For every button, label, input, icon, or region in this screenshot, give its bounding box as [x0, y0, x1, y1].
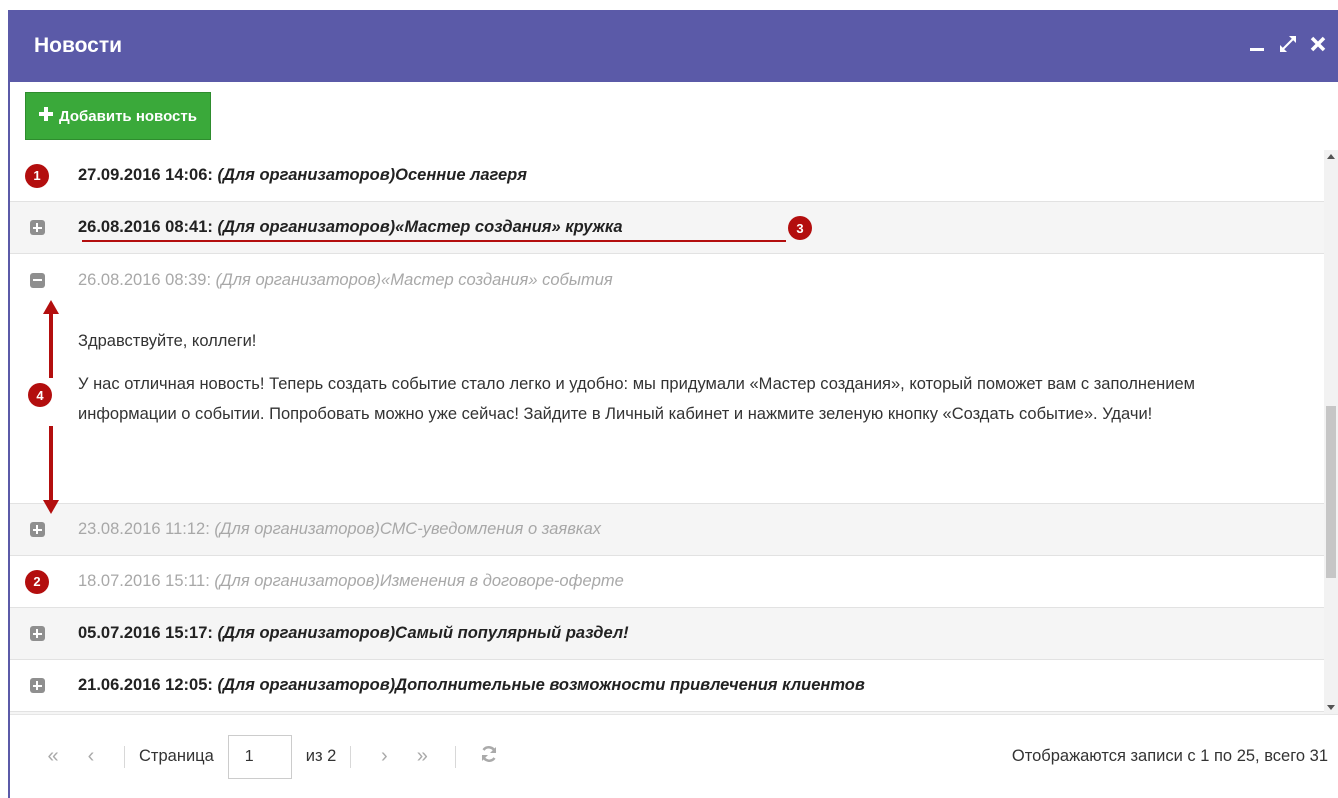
news-window: Новости Добавить новость 1 27.09.2016 14…	[8, 10, 1338, 798]
news-subject[interactable]: (Для организаторов)Изменения в договоре-…	[214, 572, 623, 590]
annotation-badge-2: 2	[25, 569, 49, 594]
news-date: 27.09.2016 14:06:	[78, 166, 213, 184]
expand-plus-icon[interactable]	[29, 220, 45, 235]
news-date: 05.07.2016 15:17:	[78, 624, 213, 642]
prev-page-icon[interactable]: ‹	[72, 745, 110, 768]
window-controls	[1248, 34, 1328, 54]
news-subject[interactable]: (Для организаторов)Самый популярный разд…	[217, 624, 628, 642]
news-date: 23.08.2016 11:12:	[78, 520, 210, 538]
news-row[interactable]: 05.07.2016 15:17: (Для организаторов)Сам…	[10, 608, 1326, 660]
news-date: 18.07.2016 15:11:	[78, 572, 210, 590]
annotation-badge-4: 4	[28, 383, 52, 407]
news-row[interactable]: 1 27.09.2016 14:06: (Для организаторов)О…	[10, 150, 1326, 202]
expand-plus-icon[interactable]	[29, 678, 45, 693]
next-page-icon[interactable]: ›	[365, 745, 403, 768]
window-titlebar: Новости	[10, 10, 1338, 82]
news-body: Здравствуйте, коллеги! У нас отличная но…	[10, 326, 1326, 429]
page-count-label: из 2	[305, 747, 337, 765]
news-row[interactable]: 2 18.07.2016 15:11: (Для организаторов)И…	[10, 556, 1326, 608]
expand-plus-icon[interactable]	[29, 522, 45, 537]
page-number-input[interactable]	[227, 734, 292, 779]
news-date: 21.06.2016 12:05:	[78, 676, 213, 694]
minimize-icon[interactable]	[1248, 34, 1268, 54]
window-title: Новости	[34, 34, 123, 57]
first-page-icon[interactable]: «	[34, 745, 72, 768]
annotation-arrow-down	[43, 426, 59, 514]
toolbar: Добавить новость	[10, 82, 1338, 150]
collapse-minus-icon[interactable]	[29, 272, 45, 288]
last-page-icon[interactable]: »	[403, 745, 441, 768]
page-label: Страница	[139, 747, 214, 765]
pager: « ‹ Страница из 2 › » Отображаются запис…	[10, 714, 1338, 798]
news-row[interactable]: 23.08.2016 11:12: (Для организаторов)СМС…	[10, 504, 1326, 556]
scroll-up-icon[interactable]	[1327, 154, 1335, 159]
news-row-expanded: 26.08.2016 08:39: (Для организаторов)«Ма…	[10, 254, 1326, 504]
news-subject[interactable]: (Для организаторов)«Мастер создания» соб…	[216, 271, 613, 289]
news-subject[interactable]: (Для организаторов)СМС-уведомления о зая…	[214, 520, 601, 538]
news-subject[interactable]: (Для организаторов)Осенние лагеря	[217, 166, 526, 184]
records-status: Отображаются записи с 1 по 25, всего 31	[1011, 747, 1328, 765]
scroll-down-icon[interactable]	[1327, 705, 1335, 710]
scroll-thumb[interactable]	[1326, 406, 1336, 578]
annotation-badge-1: 1	[25, 163, 49, 188]
plus-icon	[39, 107, 53, 125]
news-list: 1 27.09.2016 14:06: (Для организаторов)О…	[10, 150, 1326, 714]
add-news-button[interactable]: Добавить новость	[25, 92, 211, 140]
annotation-badge-3: 3	[788, 216, 812, 240]
annotation-underline	[82, 240, 786, 242]
news-body-greeting: Здравствуйте, коллеги!	[78, 332, 257, 350]
news-subject[interactable]: (Для организаторов)«Мастер создания» кру…	[217, 218, 622, 236]
news-date: 26.08.2016 08:39:	[78, 270, 212, 289]
refresh-icon[interactable]	[470, 744, 508, 770]
news-row[interactable]: 26.08.2016 08:41: (Для организаторов)«Ма…	[10, 202, 1326, 254]
news-subject[interactable]: (Для организаторов)Дополнительные возмож…	[217, 676, 864, 694]
news-body-text: У нас отличная новость! Теперь создать с…	[78, 375, 1195, 423]
news-date: 26.08.2016 08:41:	[78, 218, 213, 236]
close-icon[interactable]	[1308, 34, 1328, 54]
maximize-icon[interactable]	[1278, 34, 1298, 54]
annotation-arrow-up	[43, 300, 59, 378]
news-row[interactable]: 21.06.2016 12:05: (Для организаторов)Доп…	[10, 660, 1326, 712]
add-news-label: Добавить новость	[59, 107, 197, 125]
expand-plus-icon[interactable]	[29, 626, 45, 641]
news-scrollbar[interactable]	[1324, 150, 1338, 714]
